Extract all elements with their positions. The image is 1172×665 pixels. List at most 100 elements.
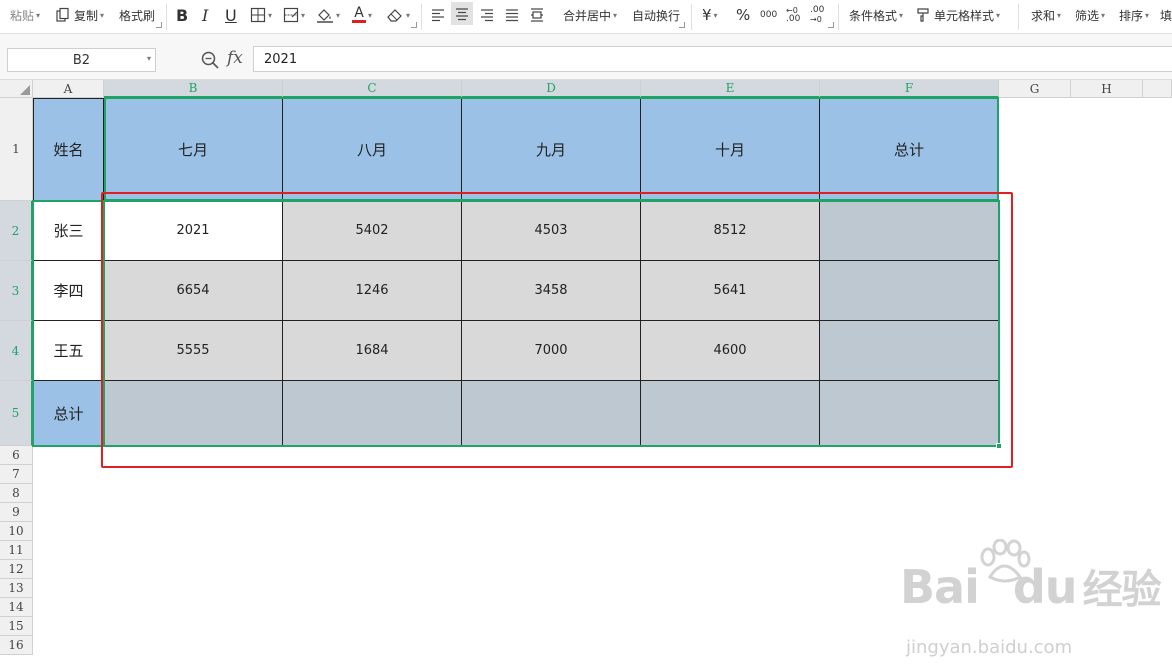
italic-button[interactable]: I <box>202 0 208 30</box>
cell-f4[interactable] <box>820 321 999 381</box>
cell-b5[interactable] <box>104 381 283 446</box>
align-right-button[interactable] <box>479 0 495 30</box>
cell-c2[interactable]: 5402 <box>283 201 462 261</box>
chevron-down-icon: ▾ <box>613 10 618 20</box>
cell-d4[interactable]: 7000 <box>462 321 641 381</box>
column-header-d[interactable]: D <box>462 80 641 98</box>
cell-b1[interactable]: 七月 <box>104 98 283 201</box>
row-header-8[interactable]: 8 <box>0 484 33 503</box>
thousands-separator-button[interactable]: 000 <box>760 0 777 30</box>
column-header-g[interactable]: G <box>999 80 1071 98</box>
row-header-12[interactable]: 12 <box>0 560 33 579</box>
column-header-f[interactable]: F <box>820 80 999 98</box>
increase-decimal-button[interactable]: ←0.00 <box>786 0 800 30</box>
cell-e2[interactable]: 8512 <box>641 201 820 261</box>
cell-f2[interactable] <box>820 201 999 261</box>
sum-button[interactable]: 求和 ▾ <box>1031 0 1061 30</box>
cell-e4[interactable]: 4600 <box>641 321 820 381</box>
fill-button[interactable]: 填 <box>1160 0 1172 30</box>
group-expander[interactable] <box>679 22 685 28</box>
cell-style-button[interactable]: 单元格样式 ▾ <box>915 0 1000 30</box>
format-painter-button[interactable]: 格式刷 <box>119 0 155 30</box>
group-expander[interactable] <box>156 22 162 28</box>
cell-e3[interactable]: 5641 <box>641 261 820 321</box>
cell-d5[interactable] <box>462 381 641 446</box>
row-header-10[interactable]: 10 <box>0 522 33 541</box>
cell-c3[interactable]: 1246 <box>283 261 462 321</box>
font-color-button[interactable]: A ▾ <box>352 0 372 30</box>
row-header-2[interactable]: 2 <box>0 201 33 261</box>
fill-handle[interactable] <box>996 443 1002 449</box>
row-header-9[interactable]: 9 <box>0 503 33 522</box>
cell-c1[interactable]: 八月 <box>283 98 462 201</box>
fill-color-button[interactable]: ▾ <box>316 0 340 30</box>
clear-button[interactable]: ▾ <box>386 0 410 30</box>
bold-button[interactable]: B <box>176 0 188 30</box>
justify-button[interactable] <box>504 0 520 30</box>
insert-function-button[interactable]: fx <box>227 48 249 70</box>
group-expander[interactable] <box>411 22 417 28</box>
row-header-6[interactable]: 6 <box>0 446 33 465</box>
row-header-15[interactable]: 15 <box>0 617 33 636</box>
cell-b2[interactable]: 2021 <box>104 201 283 261</box>
distributed-align-button[interactable] <box>529 0 545 30</box>
percent-button[interactable]: % <box>736 0 750 30</box>
row-header-3[interactable]: 3 <box>0 261 33 321</box>
formula-input[interactable]: 2021 <box>253 46 1172 72</box>
align-left-button[interactable] <box>430 0 446 30</box>
underline-button[interactable]: U <box>225 0 237 30</box>
copy-label: 复制 <box>74 8 99 23</box>
row-header-5[interactable]: 5 <box>0 381 33 446</box>
cell-e1[interactable]: 十月 <box>641 98 820 201</box>
select-all-corner[interactable] <box>0 80 33 98</box>
column-header-e[interactable]: E <box>641 80 820 98</box>
eraser-icon <box>387 9 402 22</box>
cell-c4[interactable]: 1684 <box>283 321 462 381</box>
column-header-h[interactable]: H <box>1071 80 1143 98</box>
wrap-text-button[interactable]: 自动换行 <box>632 0 680 30</box>
paste-button[interactable]: 粘贴 ▾ <box>10 0 40 30</box>
copy-button[interactable]: 复制 ▾ <box>55 0 104 30</box>
currency-button[interactable]: ¥ ▾ <box>702 0 718 30</box>
cell-d3[interactable]: 3458 <box>462 261 641 321</box>
column-header-a[interactable]: A <box>33 80 104 98</box>
fill-pattern-button[interactable]: ▾ <box>283 0 305 30</box>
merge-center-button[interactable]: 合并居中 ▾ <box>563 0 617 30</box>
cell-a3[interactable]: 李四 <box>33 261 104 321</box>
row-header-14[interactable]: 14 <box>0 598 33 617</box>
cell-f1[interactable]: 总计 <box>820 98 999 201</box>
chevron-down-icon[interactable]: ▾ <box>147 54 151 63</box>
row-header-1[interactable]: 1 <box>0 98 33 201</box>
cell-f5[interactable] <box>820 381 999 446</box>
search-icon[interactable] <box>200 50 220 70</box>
row-header-16[interactable]: 16 <box>0 636 33 655</box>
cell-a2[interactable]: 张三 <box>33 201 104 261</box>
group-expander[interactable] <box>828 22 834 28</box>
cell-style-label: 单元格样式 <box>934 8 995 23</box>
cell-a5[interactable]: 总计 <box>33 381 104 446</box>
watermark-text: Bai du 经验 <box>900 557 1162 615</box>
cell-c5[interactable] <box>283 381 462 446</box>
cell-b4[interactable]: 5555 <box>104 321 283 381</box>
border-button[interactable]: ▾ <box>250 0 272 30</box>
cell-f3[interactable] <box>820 261 999 321</box>
row-header-11[interactable]: 11 <box>0 541 33 560</box>
row-header-13[interactable]: 13 <box>0 579 33 598</box>
row-header-7[interactable]: 7 <box>0 465 33 484</box>
cell-e5[interactable] <box>641 381 820 446</box>
cell-d2[interactable]: 4503 <box>462 201 641 261</box>
conditional-format-button[interactable]: 条件格式 ▾ <box>849 0 903 30</box>
column-header-b[interactable]: B <box>104 80 283 98</box>
cell-b3[interactable]: 6654 <box>104 261 283 321</box>
cell-d1[interactable]: 九月 <box>462 98 641 201</box>
row-header-4[interactable]: 4 <box>0 321 33 381</box>
column-header-c[interactable]: C <box>283 80 462 98</box>
filter-button[interactable]: 筛选 ▾ <box>1075 0 1105 30</box>
cell-a1[interactable]: 姓名 <box>33 98 104 201</box>
cell-a4[interactable]: 王五 <box>33 321 104 381</box>
sort-button[interactable]: 排序 ▾ <box>1119 0 1149 30</box>
decrease-decimal-button[interactable]: .00 →0 <box>810 0 824 30</box>
name-box[interactable]: B2 ▾ <box>7 48 156 72</box>
watermark-du: du <box>1012 560 1078 614</box>
align-center-button[interactable] <box>451 2 473 25</box>
